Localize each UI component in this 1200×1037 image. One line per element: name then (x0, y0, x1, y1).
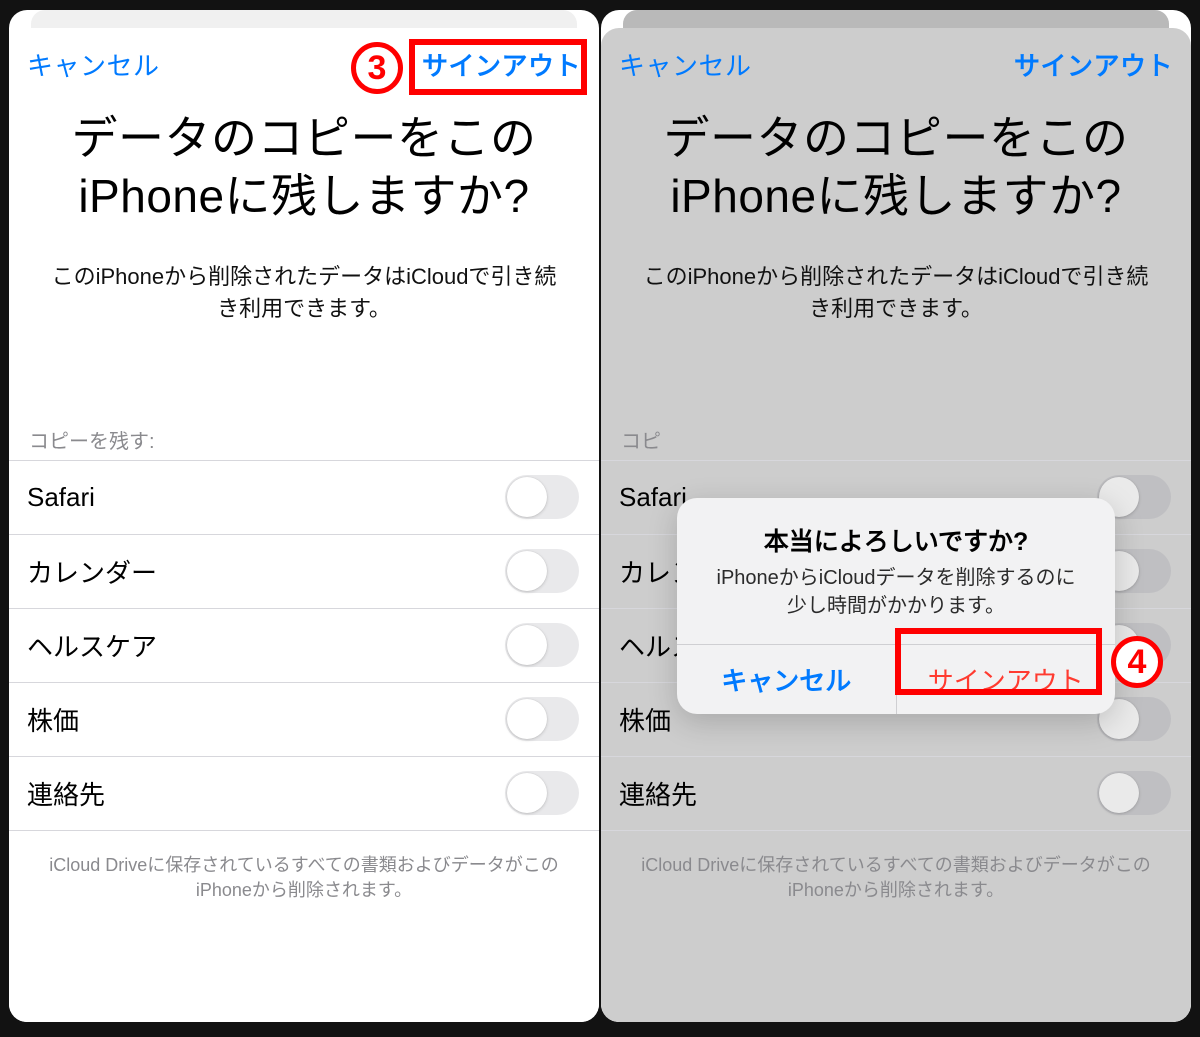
alert-buttons: キャンセル サインアウト (677, 644, 1115, 714)
toggle-health[interactable] (505, 623, 579, 667)
navbar: キャンセル サインアウト (9, 28, 599, 100)
row-label: 連絡先 (27, 775, 105, 812)
page-subtitle: このiPhoneから削除されたデータはiCloudで引き続き利用できます。 (9, 225, 599, 325)
cancel-button[interactable]: キャンセル (27, 46, 160, 83)
toggle-safari[interactable] (505, 475, 579, 519)
row-label: カレンダー (27, 553, 157, 590)
row-safari: Safari (9, 461, 599, 535)
row-label: Safari (27, 482, 95, 513)
toggle-contacts[interactable] (505, 771, 579, 815)
toggle-calendar[interactable] (505, 549, 579, 593)
alert-backdrop: 本当によろしいですか? iPhoneからiCloudデータを削除するのに少し時間… (601, 28, 1191, 1022)
row-health: ヘルスケア (9, 609, 599, 683)
row-stocks: 株価 (9, 683, 599, 757)
confirm-alert: 本当によろしいですか? iPhoneからiCloudデータを削除するのに少し時間… (677, 498, 1115, 714)
page-title: データのコピーをこのiPhoneに残しますか? (9, 100, 599, 225)
toggle-list: Safari カレンダー ヘルスケア 株価 (9, 460, 599, 831)
row-contacts: 連絡先 (9, 757, 599, 831)
screenshot-pair: キャンセル サインアウト データのコピーをこのiPhoneに残しますか? このi… (9, 10, 1191, 1022)
alert-cancel-button[interactable]: キャンセル (677, 645, 897, 714)
row-label: 株価 (27, 701, 79, 738)
screen-left: キャンセル サインアウト データのコピーをこのiPhoneに残しますか? このi… (9, 10, 599, 1022)
modal-sheet: キャンセル サインアウト データのコピーをこのiPhoneに残しますか? このi… (9, 28, 599, 1022)
modal-sheet: キャンセル サインアウト データのコピーをこのiPhoneに残しますか? このi… (601, 28, 1191, 1022)
section-label: コピーを残す: (9, 325, 599, 460)
alert-title: 本当によろしいですか? (677, 498, 1115, 564)
row-label: ヘルスケア (27, 627, 157, 664)
alert-confirm-button[interactable]: サインアウト (897, 645, 1116, 714)
footer-note: iCloud Driveに保存されているすべての書類およびデータがこのiPhon… (9, 831, 599, 903)
toggle-stocks[interactable] (505, 697, 579, 741)
row-calendar: カレンダー (9, 535, 599, 609)
alert-message: iPhoneからiCloudデータを削除するのに少し時間がかかります。 (677, 564, 1115, 644)
signout-button[interactable]: サインアウト (422, 46, 581, 83)
screen-right: キャンセル サインアウト データのコピーをこのiPhoneに残しますか? このi… (601, 10, 1191, 1022)
